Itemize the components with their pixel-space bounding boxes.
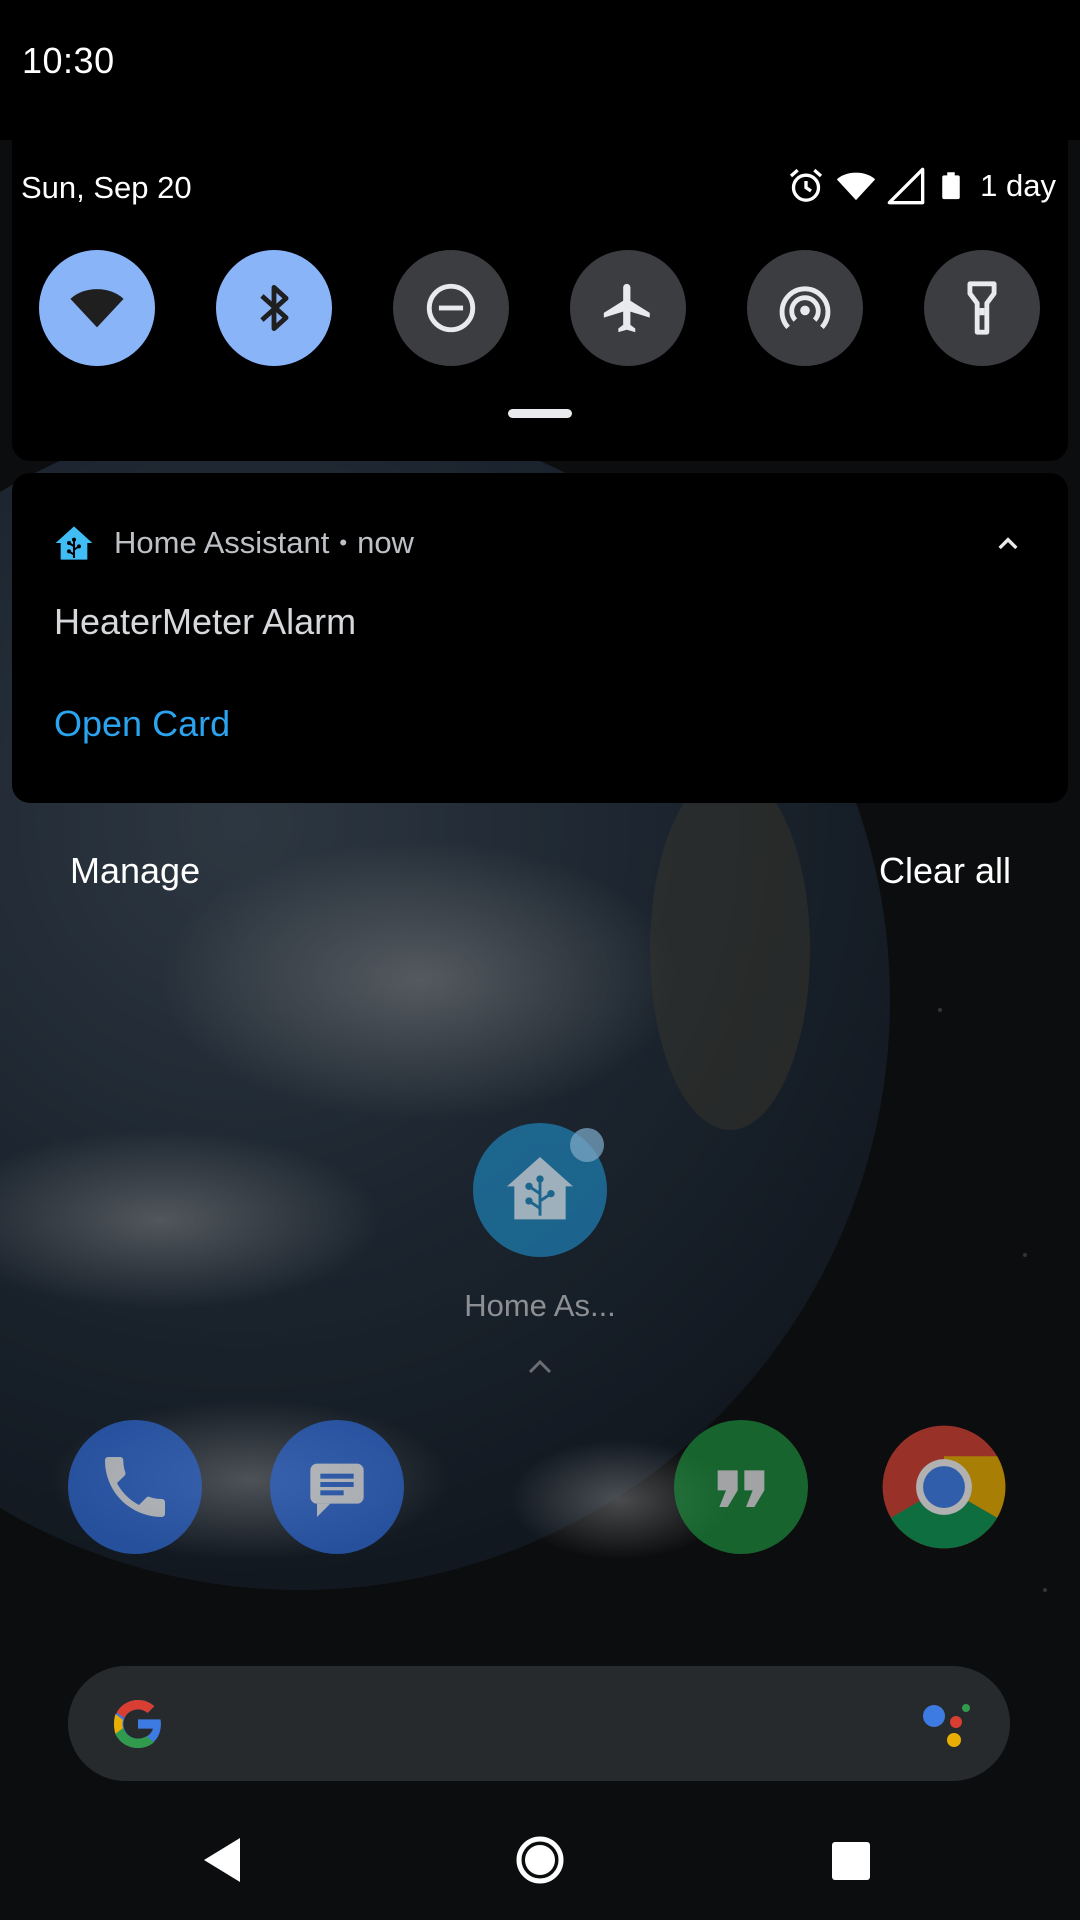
cell-signal-icon <box>887 167 925 205</box>
chrome-icon <box>882 1425 1006 1549</box>
hangouts-icon <box>717 1470 765 1507</box>
alarm-icon <box>790 168 823 202</box>
hotspot-icon <box>779 286 831 329</box>
notification-separator: • <box>339 530 348 555</box>
app-drawer-chevron-icon[interactable] <box>524 1352 556 1380</box>
status-bar: 10:30 <box>0 0 1080 140</box>
quick-settings-panel: Sun, Sep 20 1 day <box>12 140 1068 461</box>
home-app-label: Home As... <box>464 1288 616 1323</box>
messages-app-icon[interactable] <box>270 1420 404 1554</box>
expand-handle[interactable] <box>508 409 572 418</box>
hangouts-app-icon[interactable] <box>674 1420 808 1554</box>
wifi-icon <box>70 289 124 328</box>
google-assistant-icon[interactable] <box>914 1696 974 1752</box>
tile-wifi[interactable] <box>39 250 155 366</box>
recents-button[interactable] <box>820 1830 880 1890</box>
notification-dot-badge <box>570 1128 604 1162</box>
notification-card[interactable]: Home Assistant • now HeaterMeter Alarm O… <box>12 473 1068 803</box>
notification-header: Home Assistant • now <box>54 521 414 565</box>
tile-do-not-disturb[interactable] <box>393 250 509 366</box>
do-not-disturb-icon <box>426 283 476 333</box>
wifi-icon <box>836 172 876 201</box>
battery-text: 1 day <box>980 168 1056 203</box>
chrome-app-icon[interactable] <box>877 1420 1011 1554</box>
airplane-icon <box>603 283 650 333</box>
status-icons: 1 day <box>786 164 1056 208</box>
manage-notifications-button[interactable]: Manage <box>70 850 200 892</box>
notification-title: HeaterMeter Alarm <box>54 601 357 642</box>
phone-app-icon[interactable] <box>68 1420 202 1554</box>
notification-app-name: Home Assistant <box>114 525 330 560</box>
notification-time: now <box>357 525 414 560</box>
collapse-chevron-icon[interactable] <box>988 523 1028 563</box>
back-button[interactable] <box>196 1830 256 1890</box>
clock: 10:30 <box>22 40 115 81</box>
flashlight-icon <box>967 281 997 335</box>
home-button[interactable] <box>510 1830 570 1890</box>
bluetooth-icon <box>260 285 289 331</box>
tile-flashlight[interactable] <box>924 250 1040 366</box>
tile-hotspot[interactable] <box>747 250 863 366</box>
battery-icon <box>942 172 960 200</box>
clear-all-button[interactable]: Clear all <box>879 850 1011 892</box>
home-assistant-logo-icon <box>507 1157 573 1220</box>
messages-icon <box>310 1463 364 1517</box>
navigation-bar <box>0 1800 1080 1920</box>
open-card-action-button[interactable]: Open Card <box>54 703 230 745</box>
google-g-icon <box>114 1700 165 1748</box>
tile-airplane-mode[interactable] <box>570 250 686 366</box>
phone-icon <box>105 1457 165 1517</box>
google-search-bar[interactable] <box>68 1666 1010 1781</box>
home-assistant-icon <box>55 526 93 560</box>
quick-settings-tiles <box>39 250 1053 366</box>
tile-bluetooth[interactable] <box>216 250 332 366</box>
date-label[interactable]: Sun, Sep 20 <box>21 170 192 206</box>
